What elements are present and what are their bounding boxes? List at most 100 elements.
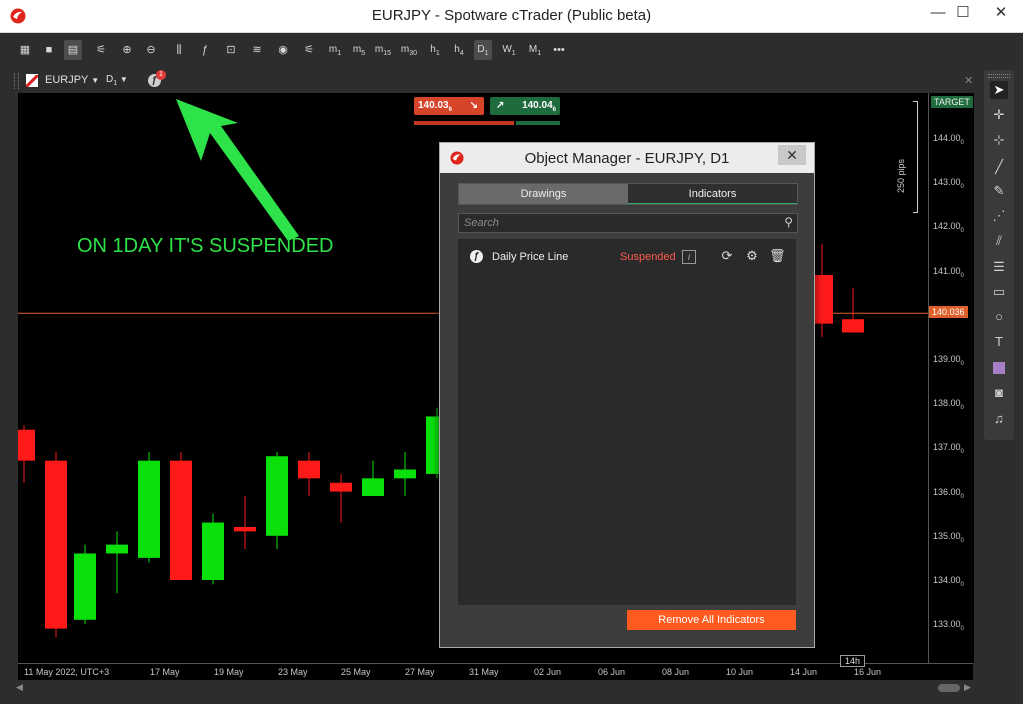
price-tick-label: 137.000	[933, 442, 964, 456]
layout-grid-icon[interactable]: ▦	[16, 40, 34, 60]
price-tick-label: 142.000	[933, 221, 964, 235]
crosshair-icon[interactable]: ✛	[990, 106, 1008, 124]
zoom-out-icon[interactable]: ⊖	[142, 40, 160, 60]
zoom-in-icon[interactable]: ⊕	[118, 40, 136, 60]
price-tick-label: 135.000	[933, 530, 964, 544]
timeframe-m30[interactable]: m30	[400, 40, 418, 60]
indicator-name: Daily Price Line	[492, 251, 569, 263]
horizontal-scrollbar[interactable]: ◀ ▶	[14, 680, 974, 696]
search-icon[interactable]: ⚲	[784, 215, 793, 229]
pencil-icon[interactable]: ✎	[990, 182, 1008, 200]
timeframe-h1[interactable]: h1	[426, 40, 444, 60]
ellipse-icon[interactable]: ○	[990, 308, 1008, 326]
symbol-selector[interactable]: EURJPY ▼	[45, 74, 99, 86]
chevron-down-icon: ▼	[91, 76, 100, 85]
main-toolbar: ▦ ■ ▤ ⚟ ⊕ ⊖ ⫼ ƒ ⊡ ≋ ◉ ⚟ m1 m5 m15 m30 h1 h4 D1…	[8, 36, 1018, 64]
more-icon[interactable]: •••	[550, 40, 568, 60]
timeframe-selector[interactable]: D1 ▼	[106, 74, 128, 87]
time-cursor-label: 14h	[840, 655, 866, 667]
info-icon[interactable]: i	[682, 250, 696, 264]
time-tick-label: 10 Jun	[726, 667, 754, 677]
fibonacci-icon[interactable]: ☰	[990, 258, 1008, 276]
scroll-right-icon[interactable]: ▶	[964, 682, 971, 693]
search-input[interactable]: Search ⚲	[458, 213, 798, 233]
price-axis[interactable]: 144.000 143.000 142.000 141.000 139.000 138.0…	[928, 93, 974, 663]
dialog-close-button[interactable]: ✕	[778, 145, 806, 165]
dialog-tabs: Drawings Indicators	[458, 183, 798, 205]
close-chart-icon[interactable]: ✕	[964, 74, 973, 87]
symbol-label: EURJPY	[45, 74, 89, 86]
dialog-title: Object Manager - EURJPY, D1	[524, 150, 730, 167]
search-placeholder: Search	[464, 217, 499, 229]
timeframe-M1[interactable]: M1	[526, 40, 544, 60]
automate-icon[interactable]: ⊡	[222, 40, 240, 60]
indicator-status: Suspended	[620, 251, 676, 263]
scroll-left-icon[interactable]: ◀	[16, 682, 23, 693]
maximize-button[interactable]: ☐	[947, 0, 979, 28]
drawing-toolbar: ➤ ✛ ⊹ ╱ ✎ ⋰ ⫽ ☰ ▭ ○ T ◙ ♫	[984, 70, 1014, 440]
drag-handle[interactable]	[988, 74, 1010, 78]
indicator-icon: ƒ	[470, 250, 483, 263]
measure-icon[interactable]: ⊹	[990, 131, 1008, 149]
time-tick-label: 27 May	[405, 667, 435, 677]
rectangle-icon[interactable]: ▭	[990, 283, 1008, 301]
notification-badge: 1	[156, 70, 166, 80]
channel-icon[interactable]: ⫽	[990, 232, 1008, 250]
price-tick-label: 139.000	[933, 354, 964, 367]
price-tick-label: 134.000	[933, 575, 964, 588]
drag-handle[interactable]	[14, 73, 19, 89]
gear-icon[interactable]: ⚙	[745, 249, 759, 263]
time-tick-label: 31 May	[469, 667, 499, 677]
symbol-flag-icon	[24, 73, 40, 89]
indicators-icon[interactable]: ƒ	[196, 40, 214, 60]
timeframe-m15[interactable]: m15	[374, 40, 392, 60]
list-item[interactable]: ƒ Daily Price Line Suspended i ⟳ ⚙ 🗑	[458, 247, 796, 267]
time-tick-label: 14 Jun	[790, 667, 818, 677]
price-tick-label: 144.000	[933, 133, 964, 146]
trendline-icon[interactable]: ╱	[990, 158, 1008, 176]
chevron-down-icon: ▼	[119, 75, 128, 84]
time-tick-label: 25 May	[341, 667, 371, 677]
window-title-bar: EURJPY - Spotware cTrader (Public beta) …	[0, 0, 1023, 33]
tab-drawings[interactable]: Drawings	[459, 184, 628, 204]
layers-icon[interactable]: ≋	[248, 40, 266, 60]
pointer-icon[interactable]: ➤	[990, 81, 1008, 99]
dialog-title-bar[interactable]: Object Manager - EURJPY, D1 ✕	[440, 143, 814, 173]
price-tick-label: 136.000	[933, 486, 964, 500]
close-button[interactable]: ✕	[985, 0, 1017, 28]
eye-icon[interactable]: ◉	[274, 40, 292, 60]
time-tick-label: 19 May	[214, 667, 244, 677]
current-price-tag: 140.036	[929, 306, 968, 319]
timeframe-m1[interactable]: m1	[326, 40, 344, 60]
window-title: EURJPY - Spotware cTrader (Public beta)	[371, 7, 652, 24]
remove-all-indicators-button[interactable]: Remove All Indicators	[627, 610, 796, 630]
trash-icon[interactable]: 🗑	[769, 249, 786, 263]
price-tick-label: 133.000	[933, 619, 964, 632]
time-axis[interactable]: 11 May 2022, UTC+3 17 May 19 May 23 May 25 M…	[18, 655, 973, 680]
time-tick-label: 11 May 2022, UTC+3	[24, 667, 110, 677]
timeframe-D1[interactable]: D1	[474, 40, 492, 60]
timeframe-h4[interactable]: h4	[450, 40, 468, 60]
bell-icon[interactable]: ♫	[990, 410, 1008, 428]
chart-type-icon[interactable]: ⫼	[170, 40, 188, 60]
camera-icon[interactable]: ◙	[990, 384, 1008, 402]
timeframe-m5[interactable]: m5	[350, 40, 368, 60]
chart-tab-bar: EURJPY ▼ D1 ▼ ƒ 1 ✕	[14, 70, 974, 92]
indicator-list: ƒ Daily Price Line Suspended i ⟳ ⚙ 🗑	[458, 239, 796, 605]
chart-edit-icon[interactable]: ⚟	[300, 40, 318, 60]
fan-icon[interactable]: ⋰	[990, 207, 1008, 225]
object-manager-dialog: Object Manager - EURJPY, D1 ✕ Drawings I…	[439, 142, 815, 648]
timeframe-W1[interactable]: W1	[500, 40, 518, 60]
tab-indicators[interactable]: Indicators	[628, 184, 797, 204]
multi-chart-icon[interactable]: ▤	[64, 40, 82, 60]
single-chart-icon[interactable]: ■	[40, 40, 58, 60]
price-tick-label: 141.000	[933, 265, 964, 279]
price-tick-label: 138.000	[933, 398, 964, 411]
refresh-icon[interactable]: ⟳	[720, 249, 734, 263]
color-swatch-icon[interactable]	[990, 359, 1008, 377]
scroll-thumb[interactable]	[938, 684, 960, 692]
text-icon[interactable]: T	[990, 333, 1008, 351]
time-tick-label: 02 Jun	[534, 667, 562, 677]
chart-settings-icon[interactable]: ⚟	[92, 40, 110, 60]
time-tick-label: 08 Jun	[662, 667, 690, 677]
